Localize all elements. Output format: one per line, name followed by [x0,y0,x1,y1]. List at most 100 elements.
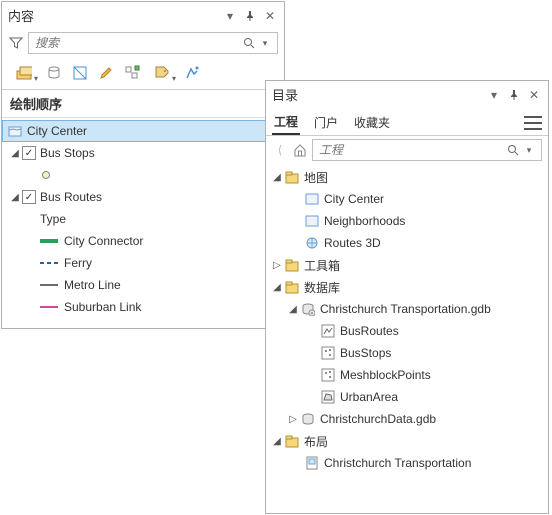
collapse-arrow-icon[interactable]: ◢ [270,436,284,447]
folder-toolboxes[interactable]: ▷ 工具箱 [266,254,548,276]
symbol-suburban-link[interactable]: Suburban Link [2,296,284,318]
folder-label: 数据库 [304,279,340,296]
symbol-city-connector[interactable]: City Connector [2,230,284,252]
catalog-search-input[interactable] [317,142,505,158]
item-label: ChristchurchData.gdb [320,412,436,426]
back-icon[interactable]: ⟨ [272,142,288,158]
map-neighborhoods[interactable]: Neighborhoods [266,210,548,232]
labeling-tool[interactable] [146,61,178,85]
layer-city-center[interactable]: City Center [2,120,284,142]
search-dropdown-icon[interactable]: ▾ [521,142,537,158]
tab-favorites[interactable]: 收藏夹 [352,111,392,134]
fc-bus-routes[interactable]: BusRoutes [266,320,548,342]
line-symbol [40,284,58,286]
line-symbol [40,239,58,243]
layer-label: Bus Routes [40,190,102,204]
dropdown-icon[interactable]: ▾ [486,87,502,103]
collapse-arrow-icon[interactable]: ◢ [286,304,300,315]
section-draw-order: 绘制顺序 [2,90,284,118]
map-item-icon [304,213,320,229]
fc-urban-area[interactable]: UrbanArea [266,386,548,408]
map-icon [7,123,23,139]
draw-order-tool[interactable] [8,61,40,85]
filter-icon[interactable] [8,35,24,51]
gdb-christchurch-data[interactable]: ▷ ChristchurchData.gdb [266,408,548,430]
home-icon[interactable] [292,142,308,158]
folder-label: 布局 [304,433,328,450]
collapse-arrow-icon[interactable]: ◢ [270,282,284,293]
dropdown-icon[interactable]: ▾ [222,8,238,24]
fc-meshblock[interactable]: MeshblockPoints [266,364,548,386]
symbol-label: Metro Line [64,278,121,292]
folder-layouts[interactable]: ◢ 布局 [266,430,548,452]
search-dropdown-icon[interactable]: ▾ [257,35,273,51]
checkbox[interactable]: ✓ [22,146,36,160]
geodatabase-icon [300,411,316,427]
close-icon[interactable]: ✕ [262,8,278,24]
expand-arrow-icon[interactable]: ▷ [270,260,284,271]
symbol-label: Suburban Link [64,300,141,314]
line-symbol [40,262,58,264]
contents-search[interactable]: ▾ [28,32,278,54]
symbol-label: Ferry [64,256,92,270]
layer-bus-routes[interactable]: ◢ ✓ Bus Routes [2,186,284,208]
catalog-search[interactable]: ▾ [312,139,542,161]
tab-project[interactable]: 工程 [272,110,300,135]
layer-bus-stops[interactable]: ◢ ✓ Bus Stops [2,142,284,164]
item-label: BusRoutes [340,324,399,338]
layer-label: City Center [27,124,87,138]
pin-icon[interactable] [242,8,258,24]
line-fc-icon [320,323,336,339]
folder-icon [284,433,300,449]
snapping-tool[interactable] [120,61,144,85]
item-label: City Center [324,192,384,206]
catalog-tabs: 工程 门户 收藏夹 [266,108,548,136]
folder-databases[interactable]: ◢ 数据库 [266,276,548,298]
point-symbol [42,171,50,179]
map-item-icon [304,191,320,207]
checkbox[interactable]: ✓ [22,190,36,204]
contents-search-input[interactable] [33,35,241,51]
item-label: Christchurch Transportation [324,456,471,470]
point-fc-icon [320,345,336,361]
tab-portal[interactable]: 门户 [312,111,340,134]
symbol-label: City Connector [64,234,143,248]
symbol-ferry[interactable]: Ferry [2,252,284,274]
symbol-metro-line[interactable]: Metro Line [2,274,284,296]
folder-label: 工具箱 [304,257,340,274]
folder-label: 地图 [304,169,328,186]
symbol-bus-stops[interactable] [2,164,284,186]
folder-icon [284,257,300,273]
fc-bus-stops[interactable]: BusStops [266,342,548,364]
search-icon[interactable] [241,35,257,51]
geodatabase-icon [300,301,316,317]
folder-maps[interactable]: ◢ 地图 [266,166,548,188]
symbology-tool[interactable] [180,61,204,85]
pin-icon[interactable] [506,87,522,103]
search-icon[interactable] [505,142,521,158]
collapse-arrow-icon[interactable]: ◢ [270,172,284,183]
polygon-fc-icon [320,389,336,405]
catalog-tree: ◢ 地图 City Center Neighborhoods Routes 3D… [266,164,548,513]
item-label: Routes 3D [324,236,381,250]
item-label: Christchurch Transportation.gdb [320,302,491,316]
expand-arrow-icon[interactable]: ▷ [286,414,300,425]
map-routes-3d[interactable]: Routes 3D [266,232,548,254]
contents-title: 内容 [8,6,218,25]
close-icon[interactable]: ✕ [526,87,542,103]
data-source-tool[interactable] [42,61,66,85]
globe-icon [304,235,320,251]
menu-icon[interactable] [524,116,542,130]
map-city-center[interactable]: City Center [266,188,548,210]
selection-tool[interactable] [68,61,92,85]
gdb-transportation[interactable]: ◢ Christchurch Transportation.gdb [266,298,548,320]
line-symbol [40,306,58,308]
collapse-arrow-icon[interactable]: ◢ [8,148,22,159]
edit-tool[interactable] [94,61,118,85]
layout-icon [304,455,320,471]
item-label: Neighborhoods [324,214,405,228]
layout-item[interactable]: Christchurch Transportation [266,452,548,474]
collapse-arrow-icon[interactable]: ◢ [8,192,22,203]
catalog-title: 目录 [272,85,482,104]
item-label: BusStops [340,346,391,360]
